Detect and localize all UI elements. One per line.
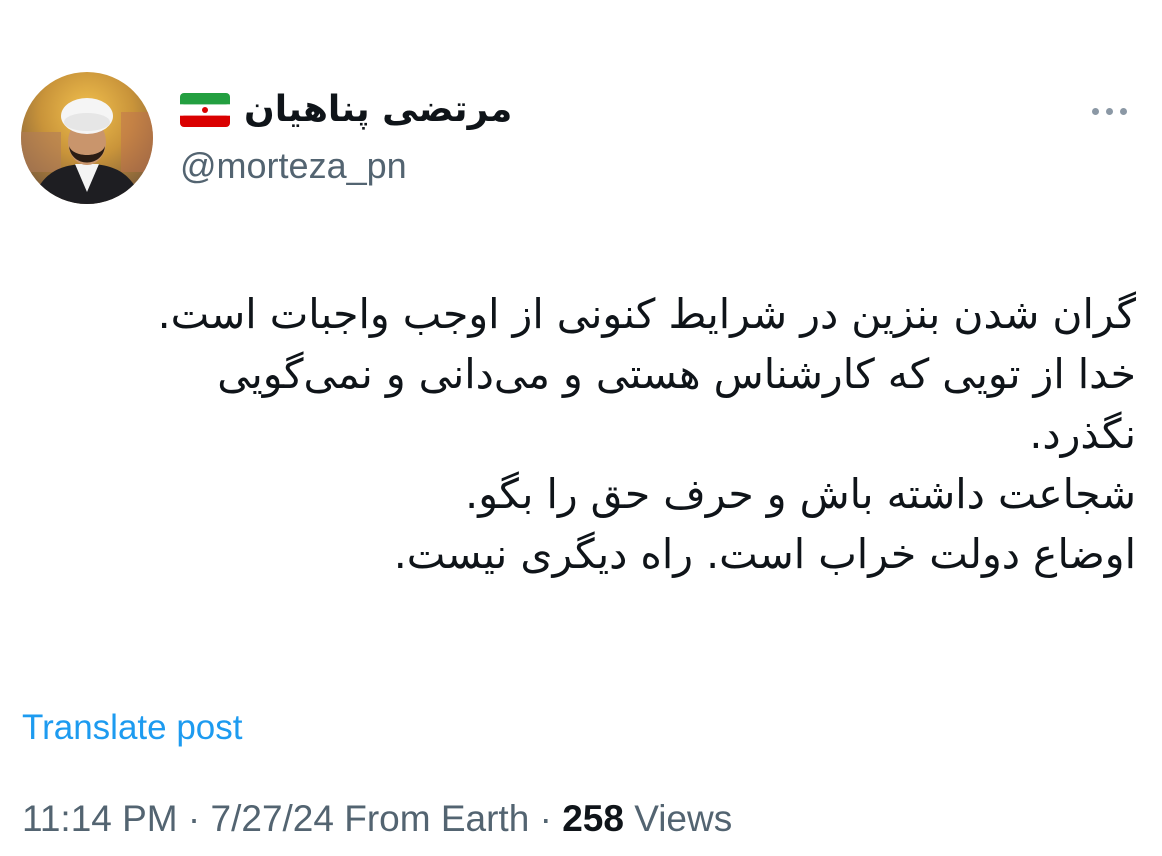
post-line: نگذرد. <box>1029 410 1136 458</box>
meta-separator: · <box>177 798 211 839</box>
avatar[interactable] <box>21 72 153 204</box>
translate-post-link[interactable]: Translate post <box>22 704 242 752</box>
post-line: خدا از تویی که کارشناس هستی و می‌دانی و … <box>217 350 1136 398</box>
iran-flag-icon <box>180 93 230 127</box>
meta-separator: · <box>529 798 563 839</box>
author-line: مرتضی پناهیان <box>180 84 512 136</box>
more-options-button[interactable] <box>1082 96 1136 126</box>
more-dot-icon <box>1091 107 1099 115</box>
post-line: اوضاع دولت خراب است. راه دیگری نیست. <box>393 530 1136 578</box>
post-time[interactable]: 11:14 PM <box>22 798 178 839</box>
display-name[interactable]: مرتضی پناهیان <box>244 84 512 136</box>
views-label: Views <box>634 798 733 839</box>
post-text: گران شدن بنزین در شرایط کنونی از اوجب وا… <box>16 284 1136 584</box>
more-dot-icon <box>1105 107 1113 115</box>
views-count: 258 <box>562 798 624 839</box>
post-location: From Earth <box>344 798 530 839</box>
author-handle[interactable]: @morteza_pn <box>180 140 407 192</box>
post-line: گران شدن بنزین در شرایط کنونی از اوجب وا… <box>157 290 1136 338</box>
more-dot-icon <box>1119 107 1127 115</box>
post-metadata: 11:14 PM · 7/27/24 From Earth · 258 View… <box>22 793 732 845</box>
post-date[interactable]: 7/27/24 <box>211 798 334 839</box>
post-line: شجاعت داشته باش و حرف حق را بگو. <box>465 470 1136 518</box>
